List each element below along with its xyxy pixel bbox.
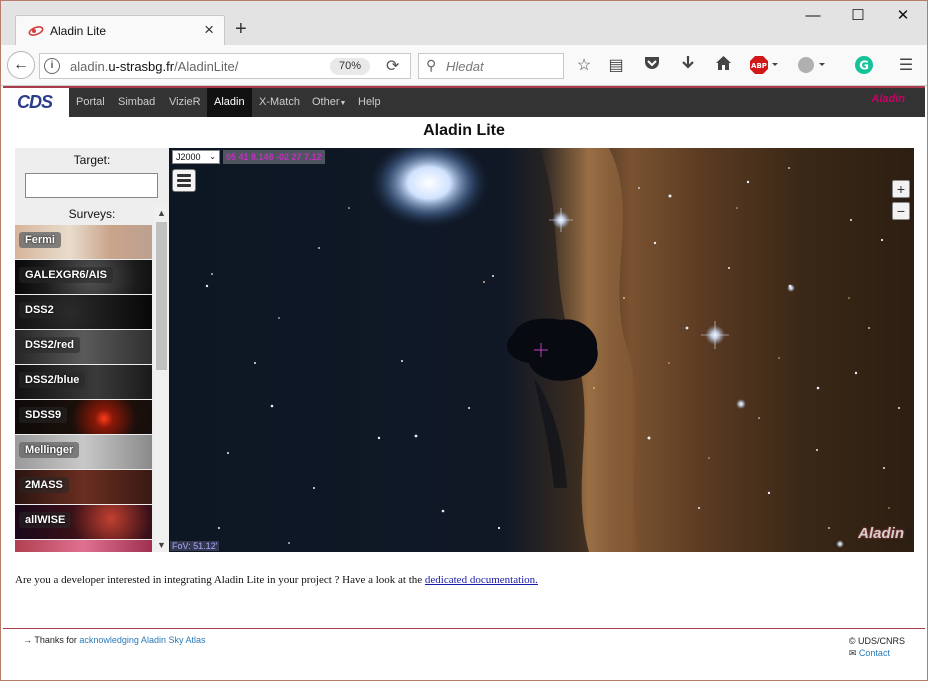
survey-item-2mass[interactable]: 2MASS (15, 470, 152, 504)
zoom-level-badge[interactable]: 70% (330, 58, 370, 75)
adblock-plus-icon[interactable]: ABP (749, 55, 779, 77)
nav-help[interactable]: Help (351, 88, 388, 117)
bookmark-star-icon[interactable]: ☆ (573, 55, 595, 77)
reload-icon[interactable]: ⟳ (386, 56, 399, 76)
browser-window: Aladin Lite × + — ☐ ✕ ← i aladin.u-stras… (1, 1, 927, 680)
scroll-up-icon[interactable]: ▲ (154, 206, 169, 220)
nav-vizier[interactable]: VizieR (162, 88, 208, 117)
url-bar[interactable]: i aladin.u-strasbg.fr/AladinLite/ 70% ⟳ (39, 53, 411, 79)
scroll-thumb[interactable] (156, 222, 167, 370)
survey-item-dss2-red[interactable]: DSS2/red (15, 330, 152, 364)
close-window-icon[interactable]: ✕ (883, 6, 923, 26)
search-placeholder: Hledat (446, 59, 484, 74)
left-panel: Target: Surveys: Fermi GALEXGR6/AIS DSS2… (15, 148, 169, 552)
survey-list: Fermi GALEXGR6/AIS DSS2 DSS2/red DSS2/bl… (15, 225, 152, 552)
survey-item-dss2-blue[interactable]: DSS2/blue (15, 365, 152, 399)
cds-logo[interactable]: CDS (3, 88, 69, 117)
chevron-down-icon: ▼ (339, 100, 347, 107)
maximize-icon[interactable]: ☐ (838, 6, 878, 26)
target-label: Target: (73, 153, 111, 167)
target-input[interactable] (25, 173, 158, 198)
svg-text:G: G (859, 59, 869, 73)
footer-acknowledge: → Thanks for acknowledging Aladin Sky At… (23, 635, 206, 645)
footer: → Thanks for acknowledging Aladin Sky At… (3, 628, 925, 680)
survey-item-sdss9[interactable]: SDSS9 (15, 400, 152, 434)
grammarly-icon[interactable]: G (853, 55, 875, 77)
coordinates-readout: 05 41 8.148 -02 27 7.12 (223, 150, 325, 164)
search-bar[interactable]: ⚲ Hledat (418, 53, 564, 79)
developer-note: Are you a developer interested in integr… (15, 574, 538, 586)
layers-stack-icon[interactable] (172, 169, 196, 192)
survey-item-allwise[interactable]: allWISE (15, 505, 152, 539)
survey-item-mellinger[interactable]: Mellinger (15, 435, 152, 469)
nav-simbad[interactable]: Simbad (111, 88, 162, 117)
navigation-toolbar: ← i aladin.u-strasbg.fr/AladinLite/ 70% … (1, 45, 927, 86)
download-icon[interactable] (677, 55, 699, 77)
zoom-in-button[interactable]: + (892, 180, 910, 198)
survey-item-dss2[interactable]: DSS2 (15, 295, 152, 329)
url-text: aladin.u-strasbg.fr/AladinLite/ (70, 59, 239, 74)
nav-portal[interactable]: Portal (69, 88, 112, 117)
info-icon[interactable]: i (44, 58, 60, 74)
zoom-out-button[interactable]: − (892, 202, 910, 220)
close-tab-icon[interactable]: × (204, 20, 214, 40)
documentation-link[interactable]: dedicated documentation. (425, 574, 538, 586)
back-arrow-icon[interactable]: ← (7, 51, 35, 79)
nav-other[interactable]: Other▼ (305, 88, 353, 117)
fov-readout: FoV: 51.12' (170, 541, 220, 551)
aladin-favicon-icon (28, 26, 44, 36)
acknowledge-link[interactable]: acknowledging Aladin Sky Atlas (79, 635, 205, 645)
arrow-icon: → (23, 635, 32, 645)
pocket-icon[interactable] (641, 55, 663, 77)
copyright-text: © UDS/CNRS (848, 636, 905, 646)
scroll-down-icon[interactable]: ▼ (154, 538, 169, 552)
envelope-icon: ✉ (848, 648, 857, 658)
survey-scrollbar[interactable]: ▲ ▼ (154, 206, 169, 552)
aladin-mini-logo[interactable]: Aladin (871, 93, 905, 105)
sky-image (169, 148, 914, 552)
surveys-label: Surveys: (68, 207, 116, 221)
nav-aladin[interactable]: Aladin (207, 88, 252, 117)
extension-circle-icon[interactable] (796, 55, 826, 77)
chevron-down-icon: ⌄ (209, 152, 216, 161)
cds-site-bar: CDS Portal Simbad VizieR Aladin X-Match … (3, 86, 925, 117)
tab-title: Aladin Lite (50, 24, 107, 38)
sky-view[interactable]: J2000 ⌄ 05 41 8.148 -02 27 7.12 + − FoV: … (169, 148, 914, 552)
survey-item-fermi[interactable]: Fermi (15, 225, 152, 259)
hamburger-menu-icon[interactable]: ☰ (895, 55, 917, 77)
contact-link[interactable]: Contact (859, 648, 890, 658)
home-icon[interactable] (712, 55, 734, 77)
frame-select[interactable]: J2000 ⌄ (172, 150, 220, 164)
search-icon: ⚲ (426, 57, 437, 73)
footer-right: © UDS/CNRS ✉ Contact (849, 635, 905, 659)
browser-tab[interactable]: Aladin Lite × (15, 15, 225, 46)
page-title: Aladin Lite (423, 122, 505, 139)
aladin-logo[interactable]: Aladin (858, 525, 904, 542)
tab-bar: Aladin Lite × + — ☐ ✕ (1, 1, 927, 46)
nav-xmatch[interactable]: X-Match (252, 88, 307, 117)
survey-item-partial[interactable] (15, 540, 152, 552)
survey-item-galex[interactable]: GALEXGR6/AIS (15, 260, 152, 294)
svg-text:ABP: ABP (751, 62, 767, 70)
reader-list-icon[interactable]: ▤ (605, 55, 627, 77)
new-tab-icon[interactable]: + (235, 19, 247, 39)
minimize-icon[interactable]: — (793, 6, 833, 26)
